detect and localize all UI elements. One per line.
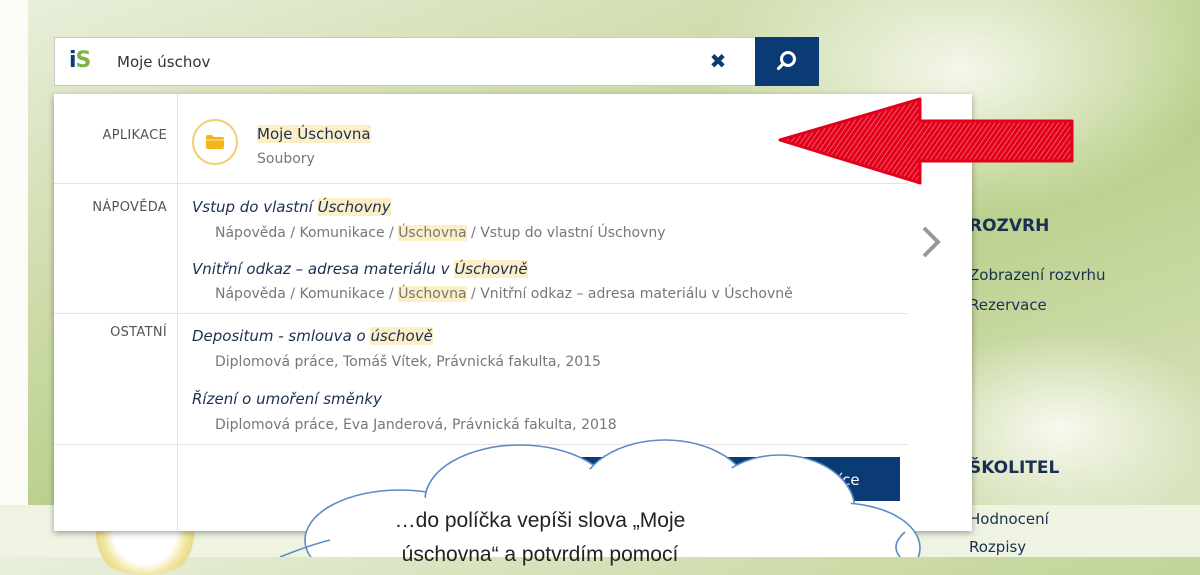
callout-text: …do políčka vepíši slova „Moje úschovna“… — [394, 509, 686, 566]
callout-cloud — [279, 439, 921, 557]
